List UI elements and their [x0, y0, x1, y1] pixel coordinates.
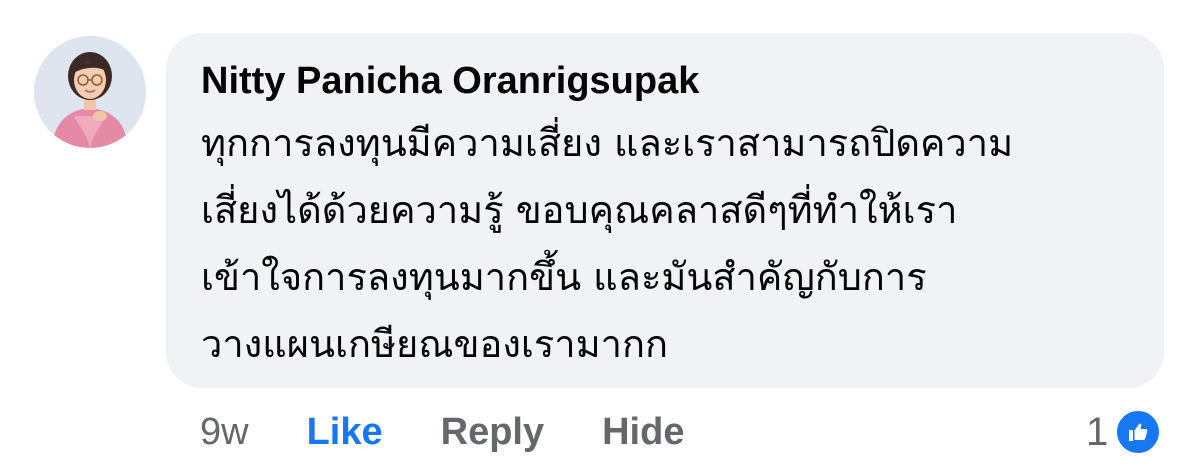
like-button[interactable]: Like	[307, 411, 383, 454]
thumbs-up-icon	[1114, 408, 1163, 456]
comment-timestamp[interactable]: 9w	[200, 411, 249, 454]
comment-text: ทุกการลงทุนมีความเสี่ยง และเราสามารถปิดค…	[201, 110, 1132, 378]
avatar-image	[34, 36, 146, 148]
hide-button[interactable]: Hide	[602, 411, 684, 454]
comment-author[interactable]: Nitty Panicha Oranrigsupak	[201, 58, 1132, 104]
reaction-summary[interactable]: 1	[1086, 404, 1163, 460]
reaction-count: 1	[1086, 409, 1109, 454]
comment-text-line: เสี่ยงได้ด้วยความรู้ ขอบคุณคลาสดีๆที่ทำใ…	[201, 188, 958, 232]
comment-text-line: ทุกการลงทุนมีความเสี่ยง และเราสามารถปิดค…	[201, 121, 1014, 165]
comment: Nitty Panicha Oranrigsupak ทุกการลงทุนมี…	[0, 0, 1200, 476]
comment-actions: 9w Like Reply Hide	[200, 404, 742, 460]
comment-text-line: เข้าใจการลงทุนมากขึ้น และมันสำคัญกับการ	[201, 255, 927, 299]
reply-button[interactable]: Reply	[441, 411, 544, 454]
comment-bubble: Nitty Panicha Oranrigsupak ทุกการลงทุนมี…	[166, 33, 1164, 388]
comment-text-line: วางแผนเกษียณของเรามากก	[201, 322, 669, 366]
avatar[interactable]	[34, 36, 146, 148]
